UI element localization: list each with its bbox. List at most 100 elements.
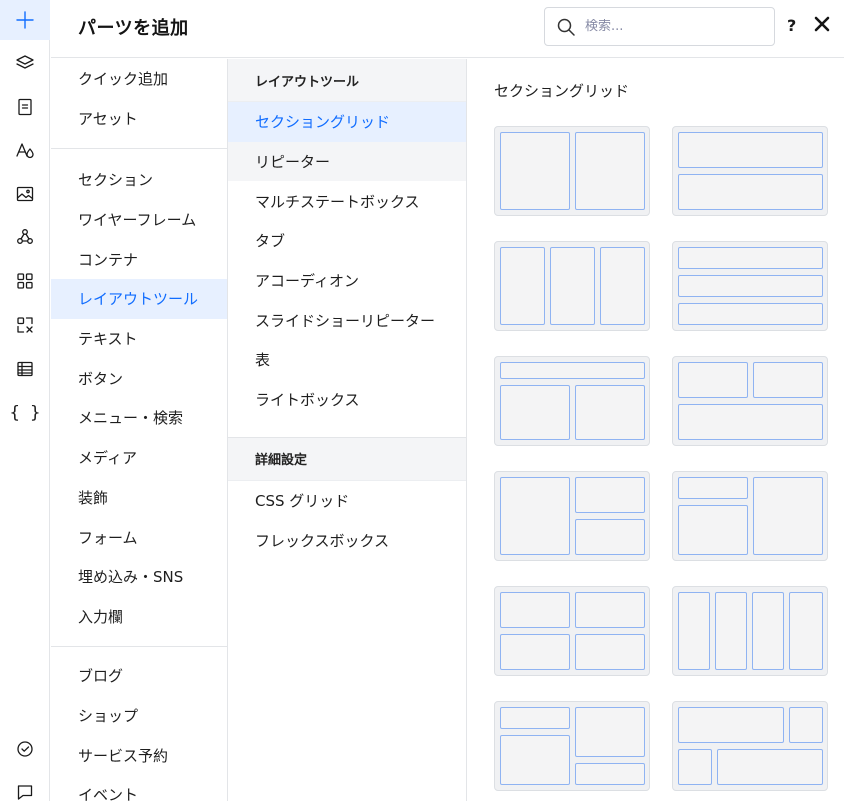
preview-tile-grid-4-columns[interactable] — [672, 586, 828, 676]
category-text[interactable]: テキスト — [51, 319, 227, 359]
divider — [228, 420, 466, 438]
grid-cell — [575, 634, 645, 670]
category-button[interactable]: ボタン — [51, 358, 227, 398]
grid-cell — [678, 362, 748, 398]
grid-cell — [500, 634, 570, 670]
close-button[interactable] — [811, 13, 833, 35]
search-input[interactable] — [585, 19, 755, 34]
category-bookings[interactable]: サービス予約 — [51, 735, 227, 775]
media-rail-button[interactable] — [0, 174, 50, 214]
grid-cell — [753, 362, 823, 398]
search-box[interactable] — [544, 7, 775, 46]
grid-cell — [752, 592, 784, 670]
grid-cell — [575, 519, 645, 555]
grid-cell — [678, 592, 710, 670]
code-rail-button[interactable]: { } — [0, 393, 50, 433]
item-flexbox[interactable]: フレックスボックス — [228, 520, 466, 560]
item-multistate-box[interactable]: マルチステートボックス — [228, 181, 466, 221]
preview-tile-grid-mixed-wide-top[interactable] — [672, 701, 828, 791]
grid-cell — [678, 404, 823, 440]
category-decorative[interactable]: 装飾 — [51, 478, 227, 518]
grid-cell — [500, 477, 570, 555]
preview-title: セクショングリッド — [494, 82, 630, 100]
preview-tile-grid-left-large-right-stacked[interactable] — [494, 471, 650, 561]
grid-cell — [500, 132, 570, 210]
grid-cell — [500, 362, 645, 379]
grid-cell — [678, 477, 748, 499]
category-section[interactable]: セクション — [51, 160, 227, 200]
preview-tile-grid-header-and-2-columns[interactable] — [494, 356, 650, 446]
cms-rail-button[interactable] — [0, 349, 50, 389]
item-lightbox[interactable]: ライトボックス — [228, 380, 466, 420]
category-group-business: ブログ ショップ サービス予約 イベント — [51, 647, 227, 801]
preview-tile-grid-left-stacked-right-large[interactable] — [672, 471, 828, 561]
design-rail-button[interactable] — [0, 130, 50, 170]
section-heading-layout-tools: レイアウトツール — [228, 59, 466, 102]
app-market-rail-button[interactable] — [0, 261, 50, 301]
grid-cell — [575, 592, 645, 628]
grid-cell — [500, 592, 570, 628]
grid-cell — [575, 763, 645, 785]
category-assets[interactable]: アセット — [51, 99, 227, 139]
category-store[interactable]: ショップ — [51, 696, 227, 736]
grid-cell — [600, 247, 645, 325]
grid-cell — [575, 707, 645, 757]
category-layout-tools[interactable]: レイアウトツール — [51, 279, 227, 319]
preview-tile-grid-2-columns-and-footer[interactable] — [672, 356, 828, 446]
grid-cell — [717, 749, 823, 785]
item-accordion[interactable]: アコーディオン — [228, 261, 466, 301]
category-form[interactable]: フォーム — [51, 517, 227, 557]
category-embed-social[interactable]: 埋め込み・SNS — [51, 557, 227, 597]
category-media[interactable]: メディア — [51, 438, 227, 478]
category-quick-add[interactable]: クイック追加 — [51, 59, 227, 99]
category-events[interactable]: イベント — [51, 775, 227, 801]
item-repeater[interactable]: リピーター — [228, 141, 466, 182]
add-elements-rail-button[interactable] — [0, 0, 50, 40]
preview-tile-grid-mixed-left-offset[interactable] — [494, 701, 650, 791]
category-container[interactable]: コンテナ — [51, 239, 227, 279]
grid-cell — [575, 385, 645, 440]
preview-tile-grid-2x2[interactable] — [494, 586, 650, 676]
chat-rail-button[interactable] — [0, 772, 50, 801]
help-button[interactable]: ? — [787, 16, 796, 35]
layers-icon — [16, 55, 34, 69]
item-css-grid[interactable]: CSS グリッド — [228, 481, 466, 521]
layers-rail-button[interactable] — [0, 43, 50, 83]
integrations-rail-button[interactable] — [0, 217, 50, 257]
grid-cell — [575, 132, 645, 210]
grid-cell — [678, 247, 823, 269]
grid-cell — [500, 247, 545, 325]
preview-tile-grid-3-columns[interactable] — [494, 241, 650, 331]
layout-tools-list: レイアウトツール セクショングリッド リピーター マルチステートボックス タブ … — [228, 59, 467, 801]
category-blog[interactable]: ブログ — [51, 656, 227, 696]
item-tabs[interactable]: タブ — [228, 221, 466, 261]
grid-cell — [500, 707, 570, 729]
grid-cell — [678, 707, 784, 743]
grid-cell — [789, 592, 823, 670]
item-section-grid[interactable]: セクショングリッド — [228, 102, 466, 142]
business-apps-icon — [17, 317, 33, 333]
preview-tile-grid-2-columns[interactable] — [494, 126, 650, 216]
grid-cell — [789, 707, 823, 743]
preview-tile-grid-3-rows[interactable] — [672, 241, 828, 331]
grid-cell — [575, 477, 645, 513]
site-checklist-rail-button[interactable] — [0, 729, 50, 769]
left-tool-rail: { } — [0, 0, 50, 801]
pages-rail-button[interactable] — [0, 87, 50, 127]
section-grid-previews: セクショングリッド — [467, 59, 844, 801]
preview-tile-grid-2-rows[interactable] — [672, 126, 828, 216]
pages-icon — [18, 98, 32, 116]
business-apps-rail-button[interactable] — [0, 305, 50, 345]
design-fonts-icon — [16, 143, 34, 159]
grid-cell — [753, 477, 823, 555]
category-menu-search[interactable]: メニュー・検索 — [51, 398, 227, 438]
category-wireframe[interactable]: ワイヤーフレーム — [51, 200, 227, 240]
grid-cell — [550, 247, 595, 325]
item-table[interactable]: 表 — [228, 340, 466, 380]
search-icon — [557, 18, 575, 36]
category-group-elements: セクション ワイヤーフレーム コンテナ レイアウトツール テキスト ボタン メニ… — [51, 149, 227, 647]
category-input[interactable]: 入力欄 — [51, 597, 227, 637]
section-heading-advanced: 詳細設定 — [228, 437, 466, 481]
category-list: クイック追加 アセット セクション ワイヤーフレーム コンテナ レイアウトツール… — [51, 59, 228, 801]
item-slideshow-repeater[interactable]: スライドショーリピーター — [228, 300, 466, 340]
